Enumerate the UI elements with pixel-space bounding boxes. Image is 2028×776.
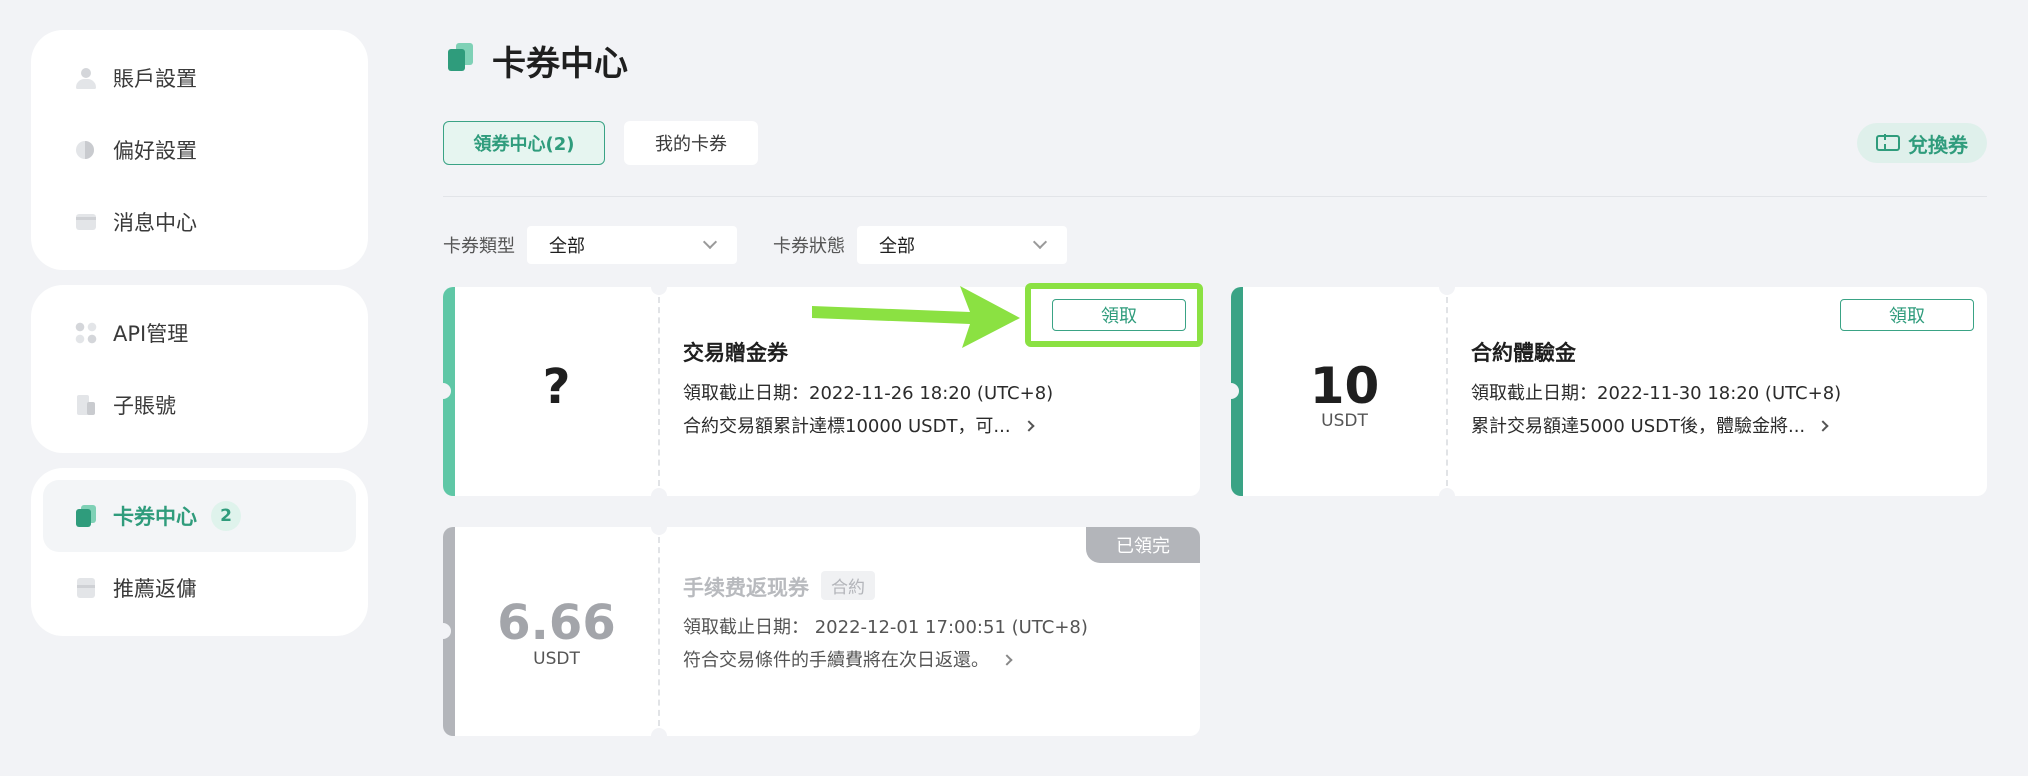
sidebar-item-message-center[interactable]: 消息中心 (43, 186, 356, 258)
preferences-icon (75, 139, 97, 161)
coupon-value: ? (542, 359, 571, 415)
referral-icon (75, 577, 97, 599)
api-icon (75, 322, 97, 344)
coupon-type-value: 全部 (549, 236, 585, 257)
user-icon (75, 67, 97, 89)
divider (443, 196, 1987, 197)
sidebar-item-preferences[interactable]: 偏好設置 (43, 114, 356, 186)
sub-account-icon (75, 394, 97, 416)
coupon-deadline: 領取截止日期：2022-11-30 18:20 (UTC+8) (1471, 383, 1842, 404)
coupon-title: 合約體驗金 (1471, 341, 1576, 365)
sidebar-account-group: 賬戶設置 偏好設置 消息中心 (31, 30, 368, 270)
dashed-divider (658, 297, 660, 486)
sidebar-item-label: 子賬號 (113, 394, 176, 418)
redeem-label: 兌換券 (1908, 132, 1968, 157)
redeem-button[interactable]: 兌換券 (1857, 123, 1987, 163)
coupon-status-label: 卡券狀態 (773, 236, 845, 257)
count-badge: 2 (211, 501, 241, 531)
highlight-box (1025, 283, 1203, 347)
notch (1223, 383, 1239, 399)
ticket-icon (1876, 134, 1900, 151)
sidebar-item-referral[interactable]: 推薦返傭 (43, 552, 356, 624)
status-badge: 已領完 (1086, 527, 1200, 563)
tab-my-coupons[interactable]: 我的卡券 (624, 121, 758, 165)
tab-claim-center[interactable]: 領券中心(2) (443, 121, 605, 165)
notch (1439, 279, 1455, 295)
sidebar-item-account-settings[interactable]: 賬戶設置 (43, 42, 356, 114)
coupon-title: 手续费返现券 (683, 576, 809, 600)
notch (435, 383, 451, 399)
coupon-unit: USDT (533, 649, 580, 669)
claim-button[interactable]: 領取 (1840, 299, 1974, 331)
contract-tag: 合約 (821, 571, 875, 600)
coupon-title: 交易贈金券 (683, 341, 788, 365)
coupon-card: 10 USDT 合約體驗金 領取截止日期：2022-11-30 18:20 (U… (1223, 279, 1987, 504)
coupon-description: 合約交易額累計達標10000 USDT，可... (683, 416, 1011, 437)
sidebar-item-sub-account[interactable]: 子賬號 (43, 369, 356, 441)
notch (435, 623, 451, 639)
coupon-card: 6.66 USDT 手续费返现券 合約 領取截止日期： 2022-12-01 17… (435, 519, 1200, 744)
coupon-deadline: 領取截止日期： 2022-12-01 17:00:51 (UTC+8) (683, 617, 1088, 638)
coupon-description-link[interactable]: 符合交易條件的手續費將在次日返還。 (683, 646, 1013, 672)
coupon-icon (75, 505, 97, 527)
notch (651, 519, 667, 535)
coupon-unit: USDT (1321, 411, 1368, 431)
notch (651, 728, 667, 744)
dashed-divider (658, 537, 660, 726)
coupon-description: 符合交易條件的手續費將在次日返還。 (683, 650, 989, 671)
sidebar-item-label: API管理 (113, 322, 189, 346)
coupon-value: 6.66 (497, 595, 616, 651)
coupon-deadline: 領取截止日期：2022-11-26 18:20 (UTC+8) (683, 383, 1054, 404)
notch (1439, 488, 1455, 504)
coupon-description-link[interactable]: 累計交易額達5000 USDT後，體驗金將... (1471, 412, 1829, 438)
coupon-value: 10 (1309, 357, 1380, 415)
chevron-right-icon (1817, 420, 1829, 432)
chevron-right-icon (1022, 420, 1035, 432)
chevron-right-icon (1001, 654, 1013, 666)
coupon-description-link[interactable]: 合約交易額累計達標10000 USDT，可... (683, 412, 1035, 438)
coupon-status-value: 全部 (879, 236, 915, 257)
sidebar-item-label: 偏好設置 (113, 139, 197, 163)
sidebar-item-label: 推薦返傭 (113, 577, 197, 601)
notch (651, 279, 667, 295)
coupon-title-row: 手续费返现券 合約 (683, 571, 875, 602)
coupon-status-select[interactable]: 全部 (857, 226, 1067, 264)
chevron-down-icon (1032, 234, 1048, 250)
chevron-down-icon (702, 234, 718, 250)
coupon-description: 累計交易額達5000 USDT後，體驗金將... (1471, 416, 1806, 437)
coupon-type-label: 卡券類型 (443, 236, 515, 257)
sidebar-rewards-group: 卡券中心 2 推薦返傭 (31, 468, 368, 636)
sidebar-item-label: 消息中心 (113, 211, 197, 235)
notch (651, 488, 667, 504)
sidebar-item-coupon-center[interactable]: 卡券中心 2 (43, 480, 356, 552)
sidebar-item-label: 卡券中心 (113, 505, 197, 529)
dashed-divider (1446, 297, 1448, 486)
sidebar-item-label: 賬戶設置 (113, 67, 197, 91)
sidebar-item-api-management[interactable]: API管理 (43, 297, 356, 369)
page-title: 卡券中心 (492, 44, 628, 84)
coupon-type-select[interactable]: 全部 (527, 226, 737, 264)
message-icon (75, 211, 97, 233)
coupon-center-icon (448, 43, 474, 71)
highlight-arrow-icon (812, 286, 1020, 348)
sidebar-api-group: API管理 子賬號 (31, 285, 368, 453)
